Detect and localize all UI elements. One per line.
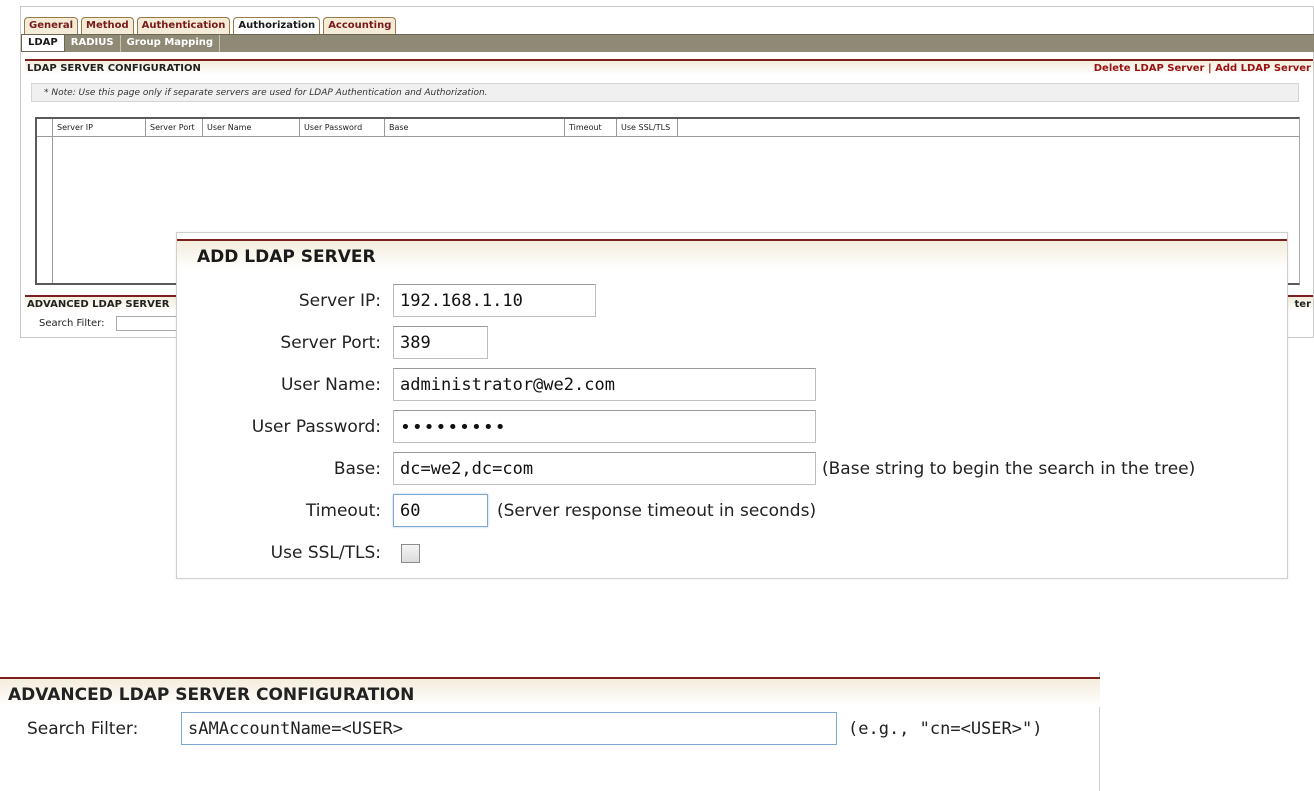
advanced-ldap-panel: ADVANCED LDAP SERVER CONFIGURATION Searc… (0, 672, 1100, 791)
use-ssl-row: Use SSL/TLS: (177, 536, 1287, 570)
subtab-ldap[interactable]: LDAP (21, 35, 65, 52)
col-use-ssl[interactable]: Use SSL/TLS (617, 119, 678, 136)
ldap-config-header: LDAP SERVER CONFIGURATION Delete LDAP Se… (25, 59, 1313, 75)
server-port-row: Server Port: 389 (177, 326, 1287, 360)
server-ip-label: Server IP: (298, 291, 381, 311)
server-ip-input[interactable]: 192.168.1.10 (393, 284, 596, 317)
search-filter-hint: (e.g., "cn=<USER>") (848, 719, 1043, 739)
timeout-input[interactable]: 60 (393, 494, 488, 527)
server-port-label: Server Port: (280, 333, 381, 353)
tab-accounting[interactable]: Accounting (323, 17, 397, 34)
use-ssl-label: Use SSL/TLS: (270, 543, 381, 563)
tab-authentication[interactable]: Authentication (136, 17, 231, 34)
base-row: Base: dc=we2,dc=com (Base string to begi… (177, 452, 1287, 486)
base-label: Base: (333, 459, 381, 479)
advanced-ldap-title: ADVANCED LDAP SERVER CONFIGURATION (0, 677, 1100, 707)
row-selector-header (37, 119, 53, 136)
search-filter-label: Search Filter: (27, 719, 139, 739)
timeout-label: Timeout: (305, 501, 381, 521)
tab-general[interactable]: General (24, 17, 78, 34)
delete-ldap-server-link[interactable]: Delete LDAP Server (1094, 63, 1205, 74)
search-filter-input[interactable]: sAMAccountName=<USER> (181, 712, 837, 745)
col-server-port[interactable]: Server Port (146, 119, 203, 136)
search-filter-label-small: Search Filter: (39, 318, 105, 329)
link-separator: | (1207, 63, 1212, 74)
row-selector-column (37, 137, 53, 283)
header-links: Delete LDAP Server | Add LDAP Server (1094, 63, 1311, 74)
col-user-password[interactable]: User Password (300, 119, 385, 136)
sub-tab-bar: LDAP RADIUS Group Mapping (21, 34, 1314, 52)
use-ssl-checkbox[interactable] (401, 544, 420, 563)
base-hint: (Base string to begin the search in the … (822, 459, 1196, 479)
user-password-row: User Password: ••••••••• (177, 410, 1287, 444)
usage-note: * Note: Use this page only if separate s… (31, 83, 1299, 102)
server-ip-row: Server IP: 192.168.1.10 (177, 284, 1287, 318)
col-server-ip[interactable]: Server IP (53, 119, 146, 136)
timeout-row: Timeout: 60 (Server response timeout in … (177, 494, 1287, 528)
truncated-link-text[interactable]: ter (1295, 299, 1312, 310)
add-ldap-server-title: ADD LDAP SERVER (177, 239, 1287, 269)
user-name-input[interactable]: administrator@we2.com (393, 368, 816, 401)
tab-method[interactable]: Method (81, 17, 134, 34)
server-port-input[interactable]: 389 (393, 326, 488, 359)
top-tab-bar: General Method Authentication Authorizat… (24, 17, 399, 34)
user-password-input[interactable]: ••••••••• (393, 410, 816, 443)
timeout-hint: (Server response timeout in seconds) (497, 501, 817, 521)
tab-authorization[interactable]: Authorization (233, 17, 321, 34)
col-base[interactable]: Base (385, 119, 565, 136)
advanced-ldap-title-small: ADVANCED LDAP SERVER (27, 299, 170, 310)
table-header: Server IP Server Port User Name User Pas… (37, 119, 1299, 137)
user-name-label: User Name: (280, 375, 381, 395)
base-input[interactable]: dc=we2,dc=com (393, 452, 816, 485)
subtab-radius[interactable]: RADIUS (65, 35, 121, 52)
user-name-row: User Name: administrator@we2.com (177, 368, 1287, 402)
add-ldap-server-link[interactable]: Add LDAP Server (1215, 63, 1311, 74)
subtab-group-mapping[interactable]: Group Mapping (121, 35, 221, 52)
ldap-config-title: LDAP SERVER CONFIGURATION (27, 63, 201, 74)
add-ldap-server-panel: ADD LDAP SERVER Server IP: 192.168.1.10 … (176, 232, 1288, 579)
user-password-label: User Password: (251, 417, 381, 437)
col-user-name[interactable]: User Name (203, 119, 300, 136)
col-timeout[interactable]: Timeout (565, 119, 617, 136)
